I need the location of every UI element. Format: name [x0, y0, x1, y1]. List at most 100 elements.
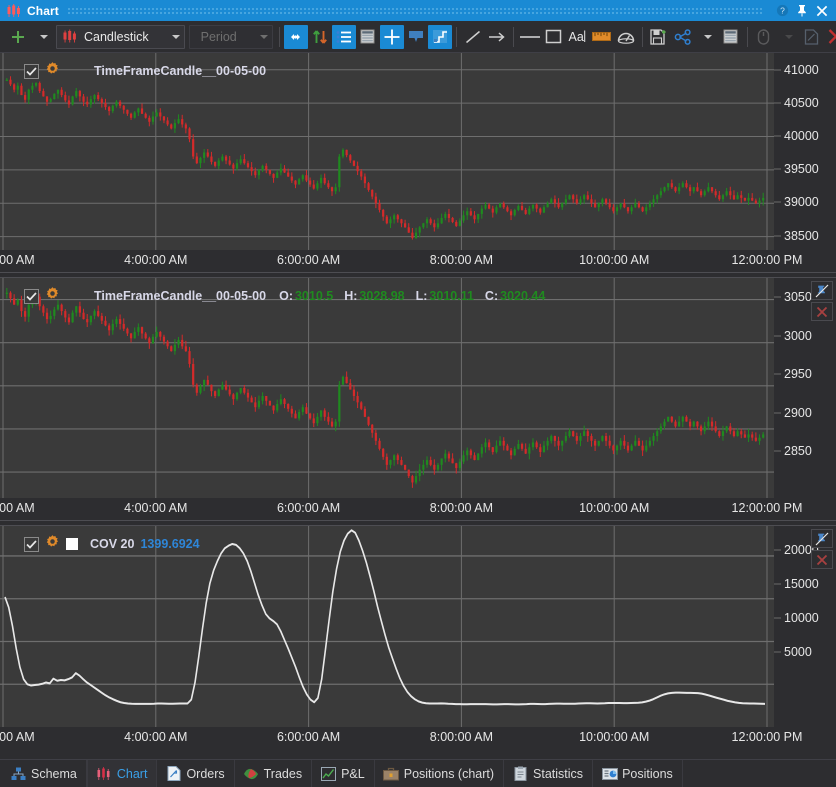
- close-button[interactable]: [812, 1, 832, 20]
- y-axis-2[interactable]: 3050 3000 2950 2900 2850: [774, 278, 836, 498]
- ohlc-close-value: 3020.44: [500, 289, 546, 303]
- rectangle-tool[interactable]: [542, 25, 566, 49]
- y-tick: [774, 412, 781, 413]
- tab-positions[interactable]: Positions: [593, 760, 683, 787]
- add-chart-button[interactable]: [6, 25, 30, 49]
- y-axis-label: 10000: [784, 610, 819, 625]
- tab-label: P&L: [341, 766, 365, 781]
- pin-button[interactable]: [792, 1, 812, 20]
- share-button[interactable]: [671, 25, 695, 49]
- chart-panels: TimeFrameCandle__00-05-00 41000 40500 4000…: [0, 53, 836, 759]
- close-panel-button[interactable]: [811, 550, 833, 569]
- trend-line-tool[interactable]: [461, 25, 485, 49]
- toolbar-separator: [746, 26, 748, 47]
- y-tick: [774, 549, 781, 551]
- panel-2-legend: TimeFrameCandle__00-05-00 O: 3010.5 H: 3…: [24, 286, 554, 306]
- title-drag-area: [66, 7, 764, 14]
- sort-order-button[interactable]: [308, 25, 332, 49]
- legend-button[interactable]: [331, 24, 356, 49]
- y-axis-3[interactable]: 20000 15000 10000 5000: [774, 526, 836, 727]
- y-axis-label: 5000: [784, 644, 812, 659]
- tab-statistics[interactable]: Statistics: [504, 760, 594, 787]
- period-value: Period: [200, 29, 237, 44]
- window-title-bar: Chart ?: [0, 0, 836, 21]
- toolbar-separator: [641, 26, 643, 47]
- y-axis-label: 38500: [784, 228, 819, 243]
- candlestick-icon: [62, 29, 78, 44]
- tab-chart[interactable]: Chart: [86, 760, 158, 787]
- y-tick: [774, 450, 781, 452]
- grid-button[interactable]: [356, 25, 380, 49]
- series-visible-checkbox[interactable]: [24, 288, 39, 304]
- trades-icon: [244, 766, 259, 781]
- text-tool[interactable]: Aa: [566, 25, 590, 49]
- x-axis-label: 10:00:00 AM: [579, 730, 650, 744]
- delete-button[interactable]: [824, 25, 836, 49]
- y-axis-1[interactable]: 41000 40500 40000 39500 39000 38500: [774, 53, 836, 250]
- tab-pnl[interactable]: P&L: [312, 760, 375, 787]
- gear-icon[interactable]: [45, 286, 60, 306]
- period-combo[interactable]: Period: [188, 24, 273, 49]
- ruler-tool[interactable]: [590, 25, 614, 49]
- add-chart-dropdown[interactable]: [30, 25, 54, 49]
- tab-trades[interactable]: Trades: [235, 760, 313, 787]
- tab-label: Chart: [116, 766, 148, 781]
- candles-panel-2: TimeFrameCandle__00-05-00 O: 3010.5 H: 3…: [0, 278, 836, 520]
- mouse-mode-dropdown[interactable]: [776, 25, 800, 49]
- y-tick: [774, 235, 781, 237]
- tab-label: Schema: [31, 766, 77, 781]
- x-axis-label: 4:00:00 AM: [124, 501, 188, 515]
- y-tick: [774, 69, 781, 71]
- share-dropdown[interactable]: [695, 25, 719, 49]
- save-button[interactable]: [647, 25, 671, 49]
- unpin-button[interactable]: [811, 281, 833, 300]
- help-button[interactable]: ?: [772, 1, 792, 20]
- x-axis-label: 2:00:00 AM: [0, 730, 35, 744]
- x-axis-label: 6:00:00 AM: [276, 730, 341, 744]
- tab-orders[interactable]: Orders: [157, 760, 235, 787]
- arrow-right-tool[interactable]: [485, 25, 509, 49]
- properties-button[interactable]: [719, 25, 743, 49]
- mouse-mode-button[interactable]: [752, 25, 776, 49]
- series-visible-checkbox[interactable]: [24, 536, 39, 552]
- y-tick: [774, 296, 781, 298]
- clipboard-icon: [513, 766, 528, 781]
- x-axis-label: 10:00:00 AM: [579, 501, 650, 515]
- y-axis-label: 2950: [784, 367, 812, 382]
- x-axis-1[interactable]: 2:00:00 AM 4:00:00 AM 6:00:00 AM 8:00:00 AM…: [0, 250, 802, 272]
- plot-area-1[interactable]: [0, 53, 774, 250]
- page-edit-button[interactable]: [800, 25, 824, 49]
- x-axis-label: 8:00:00 AM: [429, 253, 494, 267]
- chart-window: Chart ? Candlestick Period Aa TimeFrameC…: [0, 0, 836, 787]
- y-axis-label: 40500: [784, 95, 819, 110]
- tab-schema[interactable]: Schema: [2, 760, 87, 787]
- panel-1-series-title: TimeFrameCandle__00-05-00: [94, 64, 267, 78]
- chart-type-combo[interactable]: Candlestick: [56, 24, 185, 49]
- series-color-swatch[interactable]: [66, 538, 78, 550]
- x-axis-2[interactable]: 2:00:00 AM 4:00:00 AM 6:00:00 AM 8:00:00 AM…: [0, 498, 802, 520]
- close-panel-button[interactable]: [811, 302, 833, 321]
- bottom-tab-bar: Schema Chart Orders Trades P&L Positions (cha…: [0, 759, 836, 787]
- auto-range-button[interactable]: [283, 24, 308, 49]
- toolbar-separator: [278, 26, 280, 47]
- x-axis-3[interactable]: 2:00:00 AM 4:00:00 AM 6:00:00 AM 8:00:00 AM…: [0, 727, 802, 749]
- indicator-panel-cov: COV 20 1399.6924 20000 15000 10000 5000 …: [0, 526, 836, 749]
- x-axis-label: 4:00:00 AM: [124, 253, 188, 267]
- crosshair-button[interactable]: [379, 24, 404, 49]
- measure-button[interactable]: [427, 24, 452, 49]
- ohlc-high-key: H:: [344, 289, 358, 303]
- y-tick: [774, 617, 781, 619]
- series-visible-checkbox[interactable]: [24, 63, 39, 79]
- chart-type-value: Candlestick: [84, 29, 149, 44]
- plot-area-3[interactable]: [0, 526, 774, 727]
- unpin-button[interactable]: [811, 529, 833, 548]
- gauge-tool[interactable]: [614, 25, 638, 49]
- plot-area-2[interactable]: [0, 278, 774, 498]
- ohlc-high-value: 3028.98: [359, 289, 405, 303]
- callout-button[interactable]: [404, 25, 428, 49]
- horizontal-line-tool[interactable]: [518, 25, 542, 49]
- briefcase-icon: [383, 766, 400, 781]
- gear-icon[interactable]: [45, 534, 60, 554]
- tab-positions-chart[interactable]: Positions (chart): [375, 760, 505, 787]
- gear-icon[interactable]: [45, 61, 60, 81]
